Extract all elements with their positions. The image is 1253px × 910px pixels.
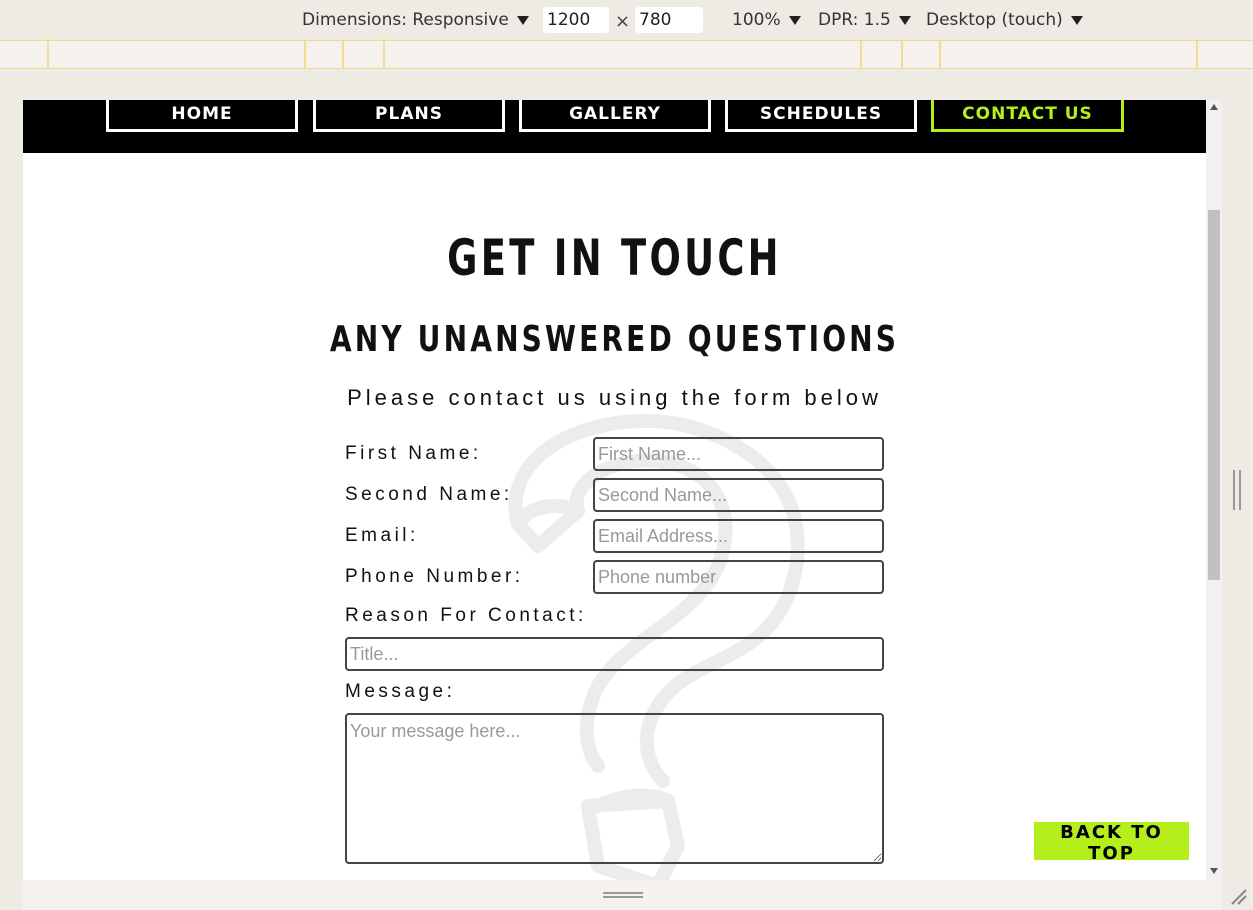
back-to-top-button[interactable]: BACK TO TOP bbox=[1034, 822, 1189, 864]
intro-text: Please contact us using the form below bbox=[347, 385, 882, 410]
media-query-tick[interactable] bbox=[901, 41, 903, 69]
scrollbar-thumb[interactable] bbox=[1208, 210, 1220, 580]
chevron-down-icon bbox=[1070, 15, 1083, 25]
media-query-tick[interactable] bbox=[1196, 41, 1198, 69]
email-label: Email: bbox=[345, 525, 419, 546]
contact-page: GET IN TOUCH ANY UNANSWERED QUESTIONS Pl… bbox=[23, 153, 1206, 880]
second-name-label: Second Name: bbox=[345, 484, 513, 505]
scrollbar[interactable] bbox=[1206, 100, 1222, 880]
nav-plans[interactable]: PLANS bbox=[313, 100, 505, 132]
chevron-down-icon bbox=[788, 15, 801, 25]
media-query-tick[interactable] bbox=[383, 41, 385, 69]
dimensions-label: Dimensions: Responsive bbox=[302, 10, 509, 30]
dpr-dropdown[interactable]: DPR: 1.5 bbox=[818, 0, 911, 40]
nav-gallery[interactable]: GALLERY bbox=[519, 100, 711, 132]
page-subtitle: ANY UNANSWERED QUESTIONS bbox=[329, 319, 900, 360]
resize-handle-icon[interactable] bbox=[603, 892, 643, 898]
media-query-tick[interactable] bbox=[939, 41, 941, 69]
devtools-toolbar: Dimensions: Responsive 1200 × 780 100% D… bbox=[0, 0, 1253, 40]
message-label: Message: bbox=[345, 681, 456, 702]
message-textarea[interactable] bbox=[345, 713, 884, 864]
device-mode-label: Desktop (touch) bbox=[926, 10, 1063, 30]
nav-contact-us[interactable]: CONTACT US bbox=[931, 100, 1124, 132]
device-viewport: HOME PLANS GALLERY SCHEDULES CONTACT US … bbox=[23, 100, 1222, 880]
media-query-tick[interactable] bbox=[304, 41, 306, 69]
nav-schedules[interactable]: SCHEDULES bbox=[725, 100, 917, 132]
scroll-up-arrow-icon[interactable] bbox=[1210, 104, 1218, 110]
media-query-tick[interactable] bbox=[47, 41, 49, 69]
email-input[interactable] bbox=[593, 519, 884, 553]
reason-label: Reason For Contact: bbox=[345, 605, 587, 626]
media-query-tick[interactable] bbox=[342, 41, 344, 69]
height-input[interactable]: 780 bbox=[635, 7, 703, 33]
first-name-input[interactable] bbox=[593, 437, 884, 471]
times-separator: × bbox=[615, 11, 631, 32]
nav-home[interactable]: HOME bbox=[106, 100, 298, 132]
media-query-tick[interactable] bbox=[860, 41, 862, 69]
phone-number-label: Phone Number: bbox=[345, 566, 524, 587]
width-input[interactable]: 1200 bbox=[543, 7, 609, 33]
dpr-label: DPR: 1.5 bbox=[818, 10, 891, 30]
site-navbar: HOME PLANS GALLERY SCHEDULES CONTACT US bbox=[23, 100, 1206, 153]
reason-input[interactable] bbox=[345, 637, 884, 671]
device-mode-dropdown[interactable]: Desktop (touch) bbox=[926, 0, 1083, 40]
zoom-label: 100% bbox=[732, 10, 781, 30]
dimensions-dropdown[interactable]: Dimensions: Responsive bbox=[302, 0, 529, 40]
resize-handle-icon[interactable] bbox=[1233, 470, 1241, 510]
first-name-label: First Name: bbox=[345, 443, 482, 464]
scroll-down-arrow-icon[interactable] bbox=[1210, 868, 1218, 874]
zoom-dropdown[interactable]: 100% bbox=[732, 0, 801, 40]
viewport-bottom-resizer[interactable] bbox=[23, 880, 1222, 910]
chevron-down-icon bbox=[898, 15, 911, 25]
second-name-input[interactable] bbox=[593, 478, 884, 512]
media-query-bar[interactable] bbox=[0, 40, 1253, 69]
resize-corner-icon[interactable] bbox=[1228, 886, 1248, 906]
page-title: GET IN TOUCH bbox=[447, 229, 782, 287]
phone-number-input[interactable] bbox=[593, 560, 884, 594]
chevron-down-icon bbox=[516, 15, 529, 25]
